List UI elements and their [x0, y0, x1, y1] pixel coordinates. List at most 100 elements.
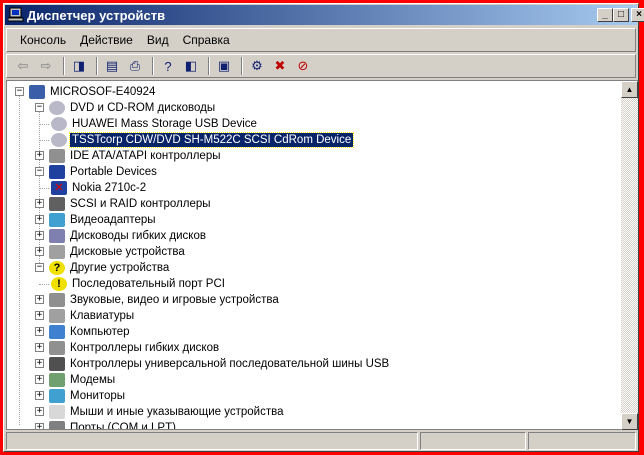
device-tree[interactable]: − MICROSOF-E40924− DVD и CD-ROM дисководы H… — [6, 80, 621, 430]
tree-item[interactable]: Видеоадаптеры — [49, 212, 158, 228]
status-bar — [6, 432, 636, 450]
tree-item[interactable]: HUAWEI Mass Storage USB Device — [51, 116, 259, 132]
controller-icon — [49, 341, 65, 355]
device-manager-window: Диспетчер устройств _ □ × Консоль Действи… — [3, 3, 644, 452]
tree-item[interactable]: Дисководы гибких дисков — [49, 228, 208, 244]
tree-item[interactable]: Звуковые, видео и игровые устройства — [49, 292, 281, 308]
expand-toggle[interactable]: + — [35, 359, 44, 368]
properties-icon[interactable]: ▤ — [102, 57, 122, 75]
tree-item[interactable]: ✕ Nokia 2710c-2 — [51, 180, 148, 196]
tree-item[interactable]: TSSTcorp CDW/DVD SH-M522C SCSI CdRom Dev… — [51, 132, 355, 148]
tree-item-label: TSSTcorp CDW/DVD SH-M522C SCSI CdRom Dev… — [68, 132, 355, 148]
tree-item-label: IDE ATA/ATAPI контроллеры — [70, 150, 221, 162]
menu-1[interactable]: Действие — [73, 33, 140, 47]
tree-item-label: Видеоадаптеры — [70, 214, 156, 226]
tree-item[interactable]: Мыши и иные указывающие устройства — [49, 404, 286, 420]
expand-toggle[interactable]: + — [35, 215, 44, 224]
tree-item[interactable]: ! Последовательный порт PCI — [51, 276, 227, 292]
cdrom-icon — [51, 133, 67, 147]
show-hide-tree-icon[interactable]: ◨ — [69, 57, 89, 75]
update-driver-icon[interactable]: ⚙ — [247, 57, 267, 75]
tree-item-label: Контроллеры универсальной последовательн… — [70, 358, 390, 370]
tree-item-label: Модемы — [70, 374, 116, 386]
tree-item[interactable]: ? Другие устройства — [49, 260, 171, 276]
unknown-icon: ? — [49, 261, 65, 275]
status-pane-main — [6, 432, 418, 450]
menu-3[interactable]: Справка — [176, 33, 237, 47]
expand-toggle[interactable]: + — [35, 231, 44, 240]
disable-icon[interactable]: ⊘ — [293, 57, 313, 75]
tree-guide-line — [19, 93, 20, 425]
tree-item[interactable]: Контроллеры гибких дисков — [49, 340, 221, 356]
expand-toggle[interactable]: + — [35, 343, 44, 352]
scroll-up-button[interactable]: ▲ — [621, 81, 638, 98]
tree-item[interactable]: Portable Devices — [49, 164, 159, 180]
tree-item[interactable]: MICROSOF-E40924 — [29, 84, 157, 100]
cdrom-icon — [51, 117, 67, 131]
expand-toggle[interactable]: + — [35, 375, 44, 384]
tree-item-label: HUAWEI Mass Storage USB Device — [72, 118, 257, 130]
disk-icon — [49, 245, 65, 259]
menu-0[interactable]: Консоль — [13, 33, 73, 47]
help-icon[interactable]: ? — [158, 57, 178, 75]
forward-icon[interactable]: ⇨ — [36, 57, 56, 75]
tree-item[interactable]: Дисковые устройства — [49, 244, 187, 260]
expand-toggle[interactable]: + — [35, 327, 44, 336]
tree-item[interactable]: Компьютер — [49, 324, 132, 340]
tree-item[interactable]: Порты (COM и LPT) — [49, 420, 178, 430]
tree-item-label: Последовательный порт PCI — [72, 278, 225, 290]
toolbar: ⇦ ⇨ ◨ ▤ ⎙? ◧ ▣ ⚙ ✖ ⊘ — [6, 54, 636, 78]
expand-toggle[interactable]: + — [35, 247, 44, 256]
tree-item-label: Дисковые устройства — [70, 246, 185, 258]
minimize-button[interactable]: _ — [597, 8, 613, 22]
tree-item[interactable]: IDE ATA/ATAPI контроллеры — [49, 148, 223, 164]
tree-item-label: Порты (COM и LPT) — [70, 422, 176, 430]
tree-item-label: Контроллеры гибких дисков — [70, 342, 220, 354]
expand-toggle[interactable]: + — [35, 391, 44, 400]
tree-item[interactable]: SCSI и RAID контроллеры — [49, 196, 213, 212]
tree-item[interactable]: Контроллеры универсальной последовательн… — [49, 356, 391, 372]
tree-connector — [39, 124, 49, 125]
monitor-icon — [49, 389, 65, 403]
usb-icon — [49, 357, 65, 371]
menu-2[interactable]: Вид — [140, 33, 176, 47]
expand-toggle[interactable]: + — [35, 423, 44, 429]
print-icon[interactable]: ⎙ — [125, 57, 145, 75]
collapse-toggle[interactable]: − — [35, 103, 44, 112]
scan-hardware-icon[interactable]: ▣ — [214, 57, 234, 75]
scroll-down-button[interactable]: ▼ — [621, 413, 638, 430]
cdrom-icon — [49, 101, 65, 115]
tree-item-label: MICROSOF-E40924 — [50, 86, 156, 98]
tree-item[interactable]: Модемы — [49, 372, 117, 388]
tree-item-label: Мыши и иные указывающие устройства — [70, 406, 284, 418]
uninstall-icon[interactable]: ✖ — [270, 57, 290, 75]
tree-item-label: Nokia 2710c-2 — [72, 182, 147, 194]
tree-item-label: Компьютер — [70, 326, 130, 338]
vertical-scrollbar[interactable]: ▲ ▼ — [621, 80, 638, 430]
portable-icon — [49, 165, 65, 179]
collapse-toggle[interactable]: − — [35, 263, 44, 272]
close-button[interactable]: × — [631, 8, 644, 22]
maximize-button[interactable]: □ — [613, 8, 629, 22]
keyboard-icon — [49, 309, 65, 323]
status-pane-3 — [528, 432, 636, 450]
tree-connector — [39, 140, 49, 141]
collapse-toggle[interactable]: − — [35, 167, 44, 176]
expand-toggle[interactable]: + — [35, 295, 44, 304]
expand-toggle[interactable]: + — [35, 199, 44, 208]
expand-toggle[interactable]: + — [35, 311, 44, 320]
device-manager-app-icon — [7, 7, 24, 22]
tree-item-label: Звуковые, видео и игровые устройства — [70, 294, 279, 306]
ide-icon — [49, 149, 65, 163]
warning-icon: ! — [51, 277, 67, 291]
back-icon[interactable]: ⇦ — [13, 57, 33, 75]
expand-toggle[interactable]: + — [35, 407, 44, 416]
title-bar[interactable]: Диспетчер устройств _ □ × — [5, 5, 644, 25]
tree-item[interactable]: Клавиатуры — [49, 308, 136, 324]
tree-item[interactable]: DVD и CD-ROM дисководы — [49, 100, 217, 116]
show-hide-action-pane-icon[interactable]: ◧ — [181, 57, 201, 75]
collapse-toggle[interactable]: − — [15, 87, 24, 96]
expand-toggle[interactable]: + — [35, 151, 44, 160]
tree-item[interactable]: Мониторы — [49, 388, 127, 404]
modem-icon — [49, 373, 65, 387]
